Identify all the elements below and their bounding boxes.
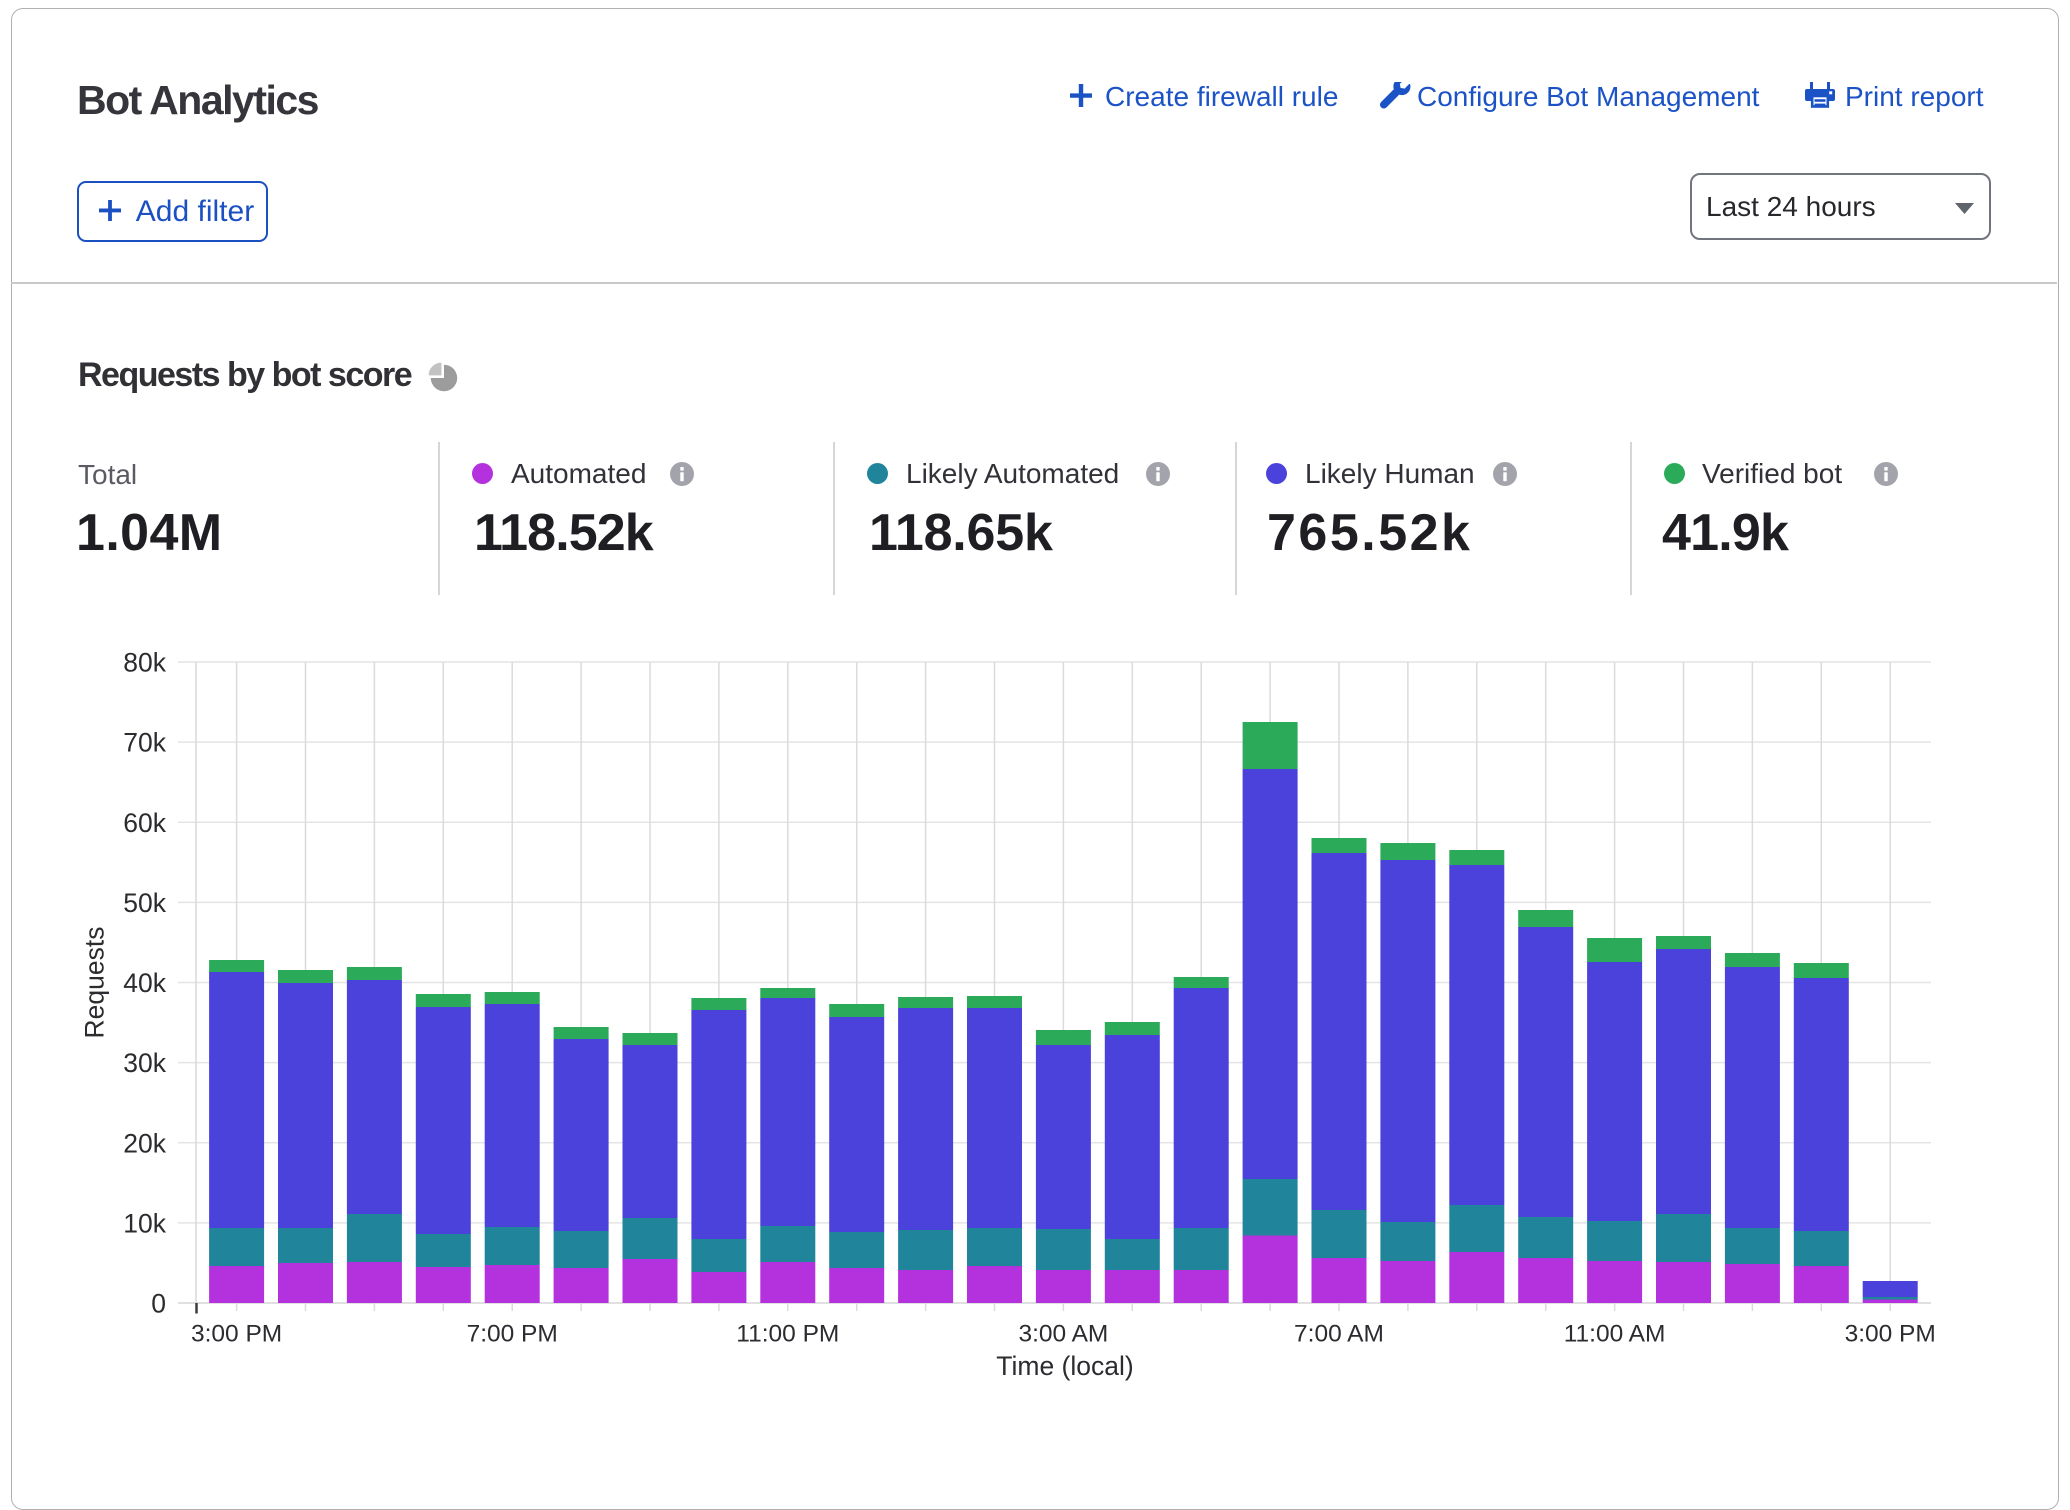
svg-text:7:00 AM: 7:00 AM bbox=[1294, 1321, 1384, 1348]
svg-text:Print report: Print report bbox=[1845, 82, 1984, 112]
svg-text:Requests: Requests bbox=[80, 927, 110, 1039]
svg-text:0: 0 bbox=[151, 1289, 166, 1319]
svg-text:70k: 70k bbox=[123, 728, 166, 758]
svg-text:7:00 PM: 7:00 PM bbox=[467, 1321, 558, 1348]
svg-text:3:00 AM: 3:00 AM bbox=[1018, 1321, 1108, 1348]
svg-text:Configure Bot Management: Configure Bot Management bbox=[1417, 82, 1760, 112]
svg-text:80k: 80k bbox=[123, 648, 166, 678]
svg-text:60k: 60k bbox=[123, 808, 166, 838]
svg-text:Time (local): Time (local) bbox=[996, 1351, 1133, 1381]
svg-text:40k: 40k bbox=[123, 968, 166, 998]
svg-text:3:00 PM: 3:00 PM bbox=[1845, 1321, 1936, 1348]
svg-text:11:00 PM: 11:00 PM bbox=[736, 1321, 839, 1348]
svg-text:10k: 10k bbox=[123, 1209, 166, 1239]
svg-text:11:00 AM: 11:00 AM bbox=[1564, 1321, 1666, 1348]
svg-text:50k: 50k bbox=[123, 888, 166, 918]
svg-text:3:00 PM: 3:00 PM bbox=[191, 1321, 282, 1348]
svg-text:30k: 30k bbox=[123, 1048, 166, 1078]
svg-text:20k: 20k bbox=[123, 1128, 166, 1158]
svg-text:Create firewall rule: Create firewall rule bbox=[1105, 82, 1338, 112]
